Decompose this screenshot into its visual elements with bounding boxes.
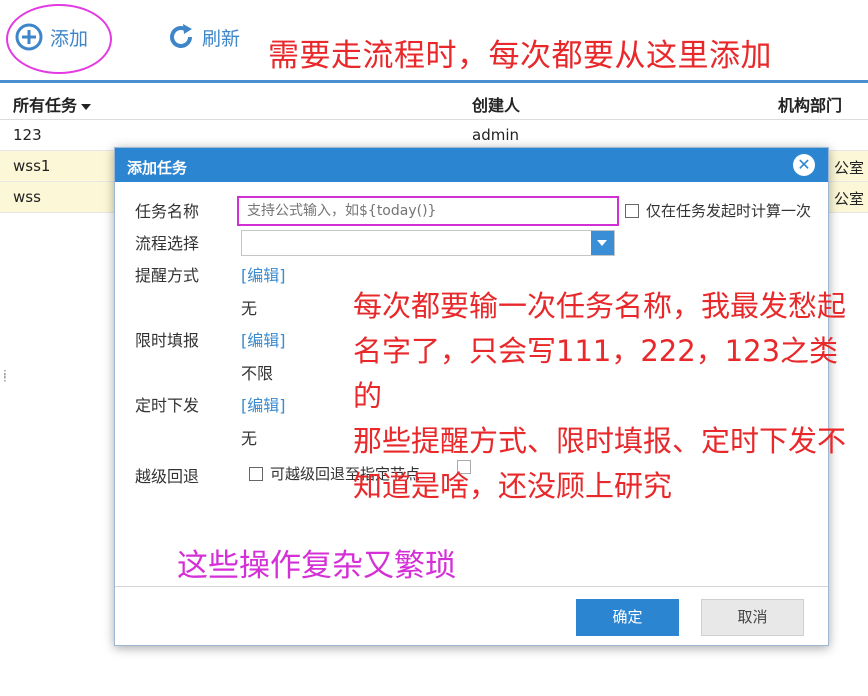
schedule-value: 无: [241, 429, 258, 448]
deadline-value: 不限: [241, 364, 274, 383]
remind-value: 无: [241, 299, 258, 318]
dialog-body: 任务名称 仅在任务发起时计算一次 流程选择 提醒方式 [编辑] 无 限时填报 […: [115, 182, 846, 586]
compute-once-label: 仅在任务发起时计算一次: [646, 202, 812, 220]
plus-circle-icon: [14, 22, 44, 52]
caret-down-icon: [81, 103, 92, 110]
checkbox-icon: [625, 203, 639, 218]
resize-grip[interactable]: ⁝ ⁝: [3, 368, 7, 384]
cell-dept: 公室: [834, 159, 865, 177]
toolbar: 添加 刷新 需要走流程时，每次都要从这里添加: [0, 0, 868, 80]
schedule-label: 定时下发: [135, 396, 200, 415]
annotation-middle-text: 每次都要输一次任务名称，我最发愁起名字了，只会写111，222，123之类的 那…: [353, 289, 847, 503]
remind-edit-link[interactable]: [编辑]: [241, 262, 286, 286]
refresh-icon: [166, 22, 196, 52]
refresh-button[interactable]: 刷新: [166, 22, 240, 52]
schedule-edit-link[interactable]: [编辑]: [241, 392, 286, 416]
deadline-label: 限时填报: [135, 331, 200, 350]
column-header-dept: 机构部门: [778, 96, 843, 115]
add-task-dialog: 添加任务 ✕ 任务名称 仅在任务发起时计算一次 流程选择 提醒方式 [编辑] 无…: [114, 147, 846, 646]
remind-label: 提醒方式: [135, 266, 200, 285]
flow-select[interactable]: [241, 230, 615, 256]
cell-task: wss: [13, 188, 41, 206]
add-button-label: 添加: [50, 27, 89, 50]
column-header-tasks[interactable]: 所有任务: [13, 92, 92, 116]
annotation-bottom: 这些操作复杂又繁琐: [177, 548, 456, 584]
deadline-edit-link[interactable]: [编辑]: [241, 327, 286, 351]
compute-once-checkbox[interactable]: 仅在任务发起时计算一次: [625, 200, 811, 221]
add-button[interactable]: 添加: [14, 22, 88, 52]
annotation-middle: 每次都要输一次任务名称，我最发愁起名字了，只会写111，222，123之类的 那…: [353, 284, 853, 509]
confirm-button[interactable]: 确定: [576, 599, 679, 636]
cell-dept: 公室: [834, 190, 865, 208]
cell-task: wss1: [13, 157, 51, 175]
dialog-footer: 确定 取消: [115, 586, 828, 646]
cell-creator: admin: [472, 126, 519, 144]
task-name-input[interactable]: [237, 196, 619, 226]
grid-header: 所有任务 创建人 机构部门: [0, 83, 868, 120]
skip-back-label: 越级回退: [135, 467, 200, 486]
column-header-tasks-label: 所有任务: [13, 96, 78, 115]
column-header-creator: 创建人: [472, 96, 521, 115]
chevron-down-icon[interactable]: [591, 231, 614, 255]
dialog-title: 添加任务: [127, 159, 188, 177]
checkbox-icon: [249, 466, 263, 481]
cell-task: 123: [13, 126, 42, 144]
dialog-title-bar: 添加任务 ✕: [115, 148, 828, 182]
task-name-label: 任务名称: [135, 202, 200, 221]
cancel-button[interactable]: 取消: [701, 599, 804, 636]
annotation-top: 需要走流程时，每次都要从这里添加: [268, 38, 772, 74]
flow-select-label: 流程选择: [135, 234, 200, 253]
refresh-button-label: 刷新: [202, 27, 241, 50]
close-icon[interactable]: ✕: [793, 154, 815, 176]
